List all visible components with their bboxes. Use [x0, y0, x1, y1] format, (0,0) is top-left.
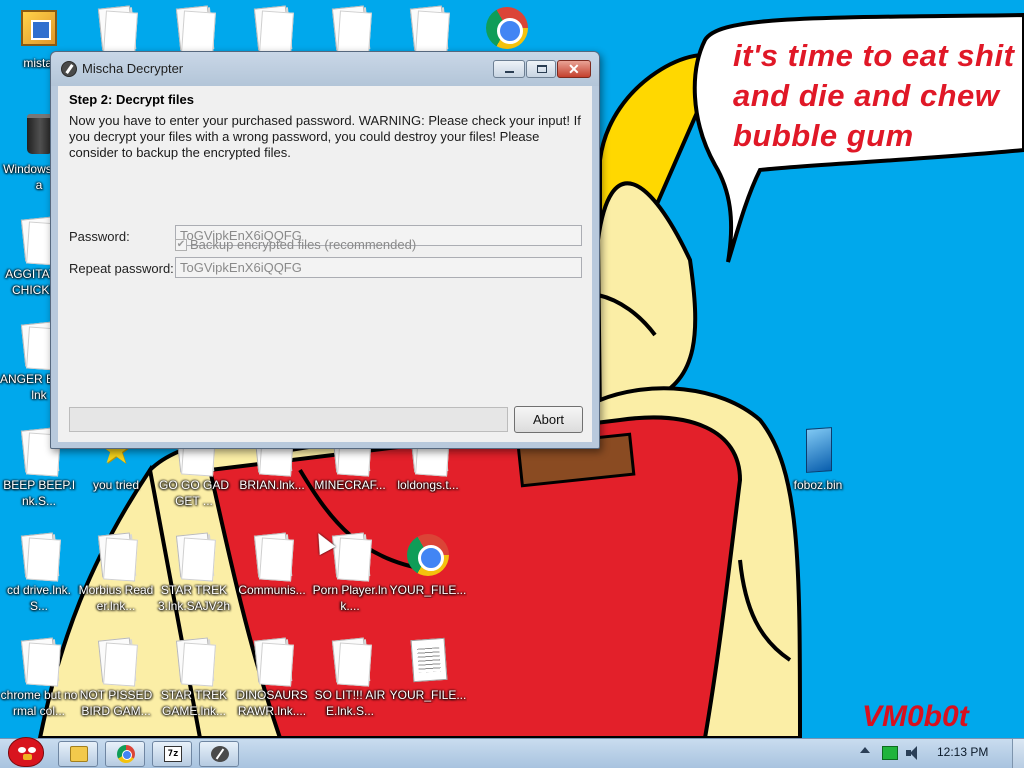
- desktop-icon-label: NOT PISSED BIRD GAM...: [79, 688, 153, 718]
- desktop-icon-label: loldongs.t...: [397, 478, 459, 492]
- desktop-icon[interactable]: NOT PISSED BIRD GAM...: [77, 636, 155, 719]
- setup-icon: [15, 4, 63, 52]
- desktop-icon[interactable]: DINOSAURS RAWR.lnk....: [233, 636, 311, 719]
- taskbar: 7z 12:13 PM: [0, 737, 1024, 768]
- chrome-icon: [117, 745, 135, 763]
- window-title: Mischa Decrypter: [82, 61, 184, 76]
- angry-bird-start-icon: [8, 737, 44, 767]
- desktop-icon-label: you tried: [92, 478, 140, 492]
- desktop-icon[interactable]: chrome but normal col...: [0, 636, 78, 719]
- desktop-icon-label: YOUR_FILE...: [389, 688, 467, 702]
- document-icon: [15, 636, 63, 684]
- desktop-icon-label: foboz.bin: [793, 478, 843, 492]
- desktop-icon[interactable]: cd drive.lnk.S...: [0, 531, 78, 614]
- desktop-icon[interactable]: YOUR_FILE...: [389, 531, 467, 598]
- desktop-icon-label: BRIAN.lnk...: [239, 478, 305, 492]
- document-icon: [248, 636, 296, 684]
- document-icon: [248, 4, 296, 52]
- desktop-icon-label: Porn Player.lnk....: [312, 583, 388, 613]
- decrypt-progress-bar: [69, 407, 508, 432]
- desktop-icon[interactable]: [233, 4, 311, 55]
- minimize-button[interactable]: [493, 60, 525, 78]
- document-icon: [170, 531, 218, 579]
- desktop-icon-label: STAR TREK 3.lnk.SAJV2h: [157, 583, 231, 613]
- dialog-client-area: Step 2: Decrypt files Now you have to en…: [58, 86, 592, 442]
- start-button[interactable]: [2, 731, 48, 768]
- password-label: Password:: [69, 229, 130, 244]
- desktop-icon-label: GO GO GADGET ...: [158, 478, 229, 508]
- show-hidden-icons-arrow-icon[interactable]: [860, 747, 870, 753]
- backup-checkbox-label[interactable]: Backup encrypted files (recommended): [190, 237, 416, 252]
- explorer-icon: [70, 746, 88, 762]
- desktop-icon-label: cd drive.lnk.S...: [6, 583, 72, 613]
- minimize-icon: [505, 71, 514, 73]
- desktop-icon-label: YOUR_FILE...: [389, 583, 467, 597]
- document-icon: [326, 4, 374, 52]
- window-titlebar[interactable]: Mischa Decrypter ✕: [51, 52, 599, 86]
- close-button[interactable]: ✕: [557, 60, 591, 78]
- maximize-icon: [537, 65, 547, 73]
- desktop-icon[interactable]: [311, 4, 389, 55]
- desktop-icon[interactable]: [77, 4, 155, 55]
- abort-button[interactable]: Abort: [514, 406, 583, 433]
- chrome-icon: [483, 4, 531, 52]
- desktop-icon-label: Morbius Reader.lnk...: [78, 583, 154, 613]
- close-icon: ✕: [568, 61, 580, 77]
- repeat-password-label: Repeat password:: [69, 261, 174, 276]
- taskbar-clock[interactable]: 12:13 PM: [937, 745, 988, 759]
- network-icon[interactable]: [882, 746, 898, 760]
- desktop-icon[interactable]: SO LIT!!! AIRE.lnk.S...: [311, 636, 389, 719]
- bin-file-icon: [794, 426, 842, 474]
- document-icon: [170, 4, 218, 52]
- document-icon: [92, 531, 140, 579]
- step-heading: Step 2: Decrypt files: [69, 92, 194, 107]
- document-icon: [404, 4, 452, 52]
- desktop-icon-label: DINOSAURS RAWR.lnk....: [236, 688, 308, 718]
- show-desktop-button[interactable]: [1012, 739, 1024, 768]
- desktop-icon[interactable]: YOUR_FILE...: [389, 636, 467, 703]
- desktop-icon[interactable]: [468, 4, 546, 55]
- warning-text: Now you have to enter your purchased pas…: [69, 113, 581, 160]
- chrome-icon: [404, 531, 452, 579]
- mischa-decrypter-icon: [211, 746, 229, 762]
- desktop-icon[interactable]: foboz.bin: [779, 426, 857, 493]
- text-file-icon: [404, 636, 452, 684]
- taskbar-7zip-button[interactable]: 7z: [152, 741, 192, 767]
- document-icon: [170, 636, 218, 684]
- desktop-icon[interactable]: Communis...: [233, 531, 311, 598]
- desktop-icon-label: STAR TREK GAME.lnk...: [160, 688, 228, 718]
- backup-checkbox[interactable]: ✔: [175, 239, 187, 251]
- desktop-icon-label: Communis...: [238, 583, 306, 597]
- document-icon: [92, 636, 140, 684]
- document-icon: [326, 531, 374, 579]
- repeat-password-field[interactable]: [175, 257, 582, 278]
- desktop-icon[interactable]: STAR TREK 3.lnk.SAJV2h: [155, 531, 233, 614]
- taskbar-explorer-button[interactable]: [58, 741, 98, 767]
- mischa-decrypter-window: Mischa Decrypter ✕ Step 2: Decrypt files…: [50, 51, 600, 449]
- desktop-icon-label: SO LIT!!! AIRE.lnk.S...: [314, 688, 386, 718]
- desktop-icon-label: MINECRAF...: [314, 478, 386, 492]
- wallpaper-caption: it's time to eat shit and die and chew b…: [733, 38, 1015, 153]
- taskbar-decrypter-button[interactable]: [199, 741, 239, 767]
- desktop-icon-label: chrome but normal col...: [0, 688, 78, 718]
- desktop-icon[interactable]: [389, 4, 467, 55]
- document-icon: [92, 4, 140, 52]
- document-icon: [326, 636, 374, 684]
- desktop-icon[interactable]: Morbius Reader.lnk...: [77, 531, 155, 614]
- document-icon: [15, 531, 63, 579]
- desktop-icon-label: BEEP BEEP.lnk.S...: [3, 478, 75, 508]
- taskbar-chrome-button[interactable]: [105, 741, 145, 767]
- desktop-icon[interactable]: STAR TREK GAME.lnk...: [155, 636, 233, 719]
- maximize-button[interactable]: [526, 60, 556, 78]
- decrypter-app-icon: [61, 61, 77, 77]
- document-icon: [248, 531, 296, 579]
- volume-icon[interactable]: [906, 746, 922, 760]
- 7zip-icon: 7z: [164, 746, 182, 762]
- wallpaper-signature: VM0b0t: [862, 700, 969, 733]
- desktop-icon[interactable]: [155, 4, 233, 55]
